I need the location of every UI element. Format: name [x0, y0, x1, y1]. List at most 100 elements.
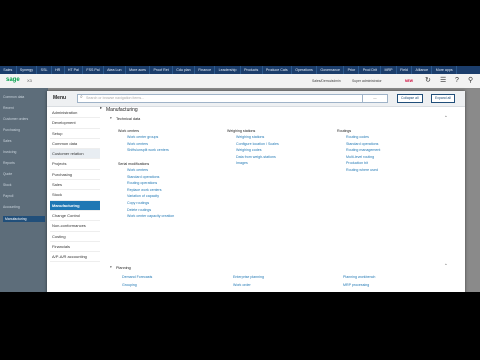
filter-select[interactable]: — — [362, 94, 388, 103]
menu-item[interactable]: Stock — [50, 190, 100, 201]
bookmark-link[interactable]: MRP — [381, 66, 397, 74]
bookmarks-bar: Sales Synergy SSL HR HT Pal FSS Pal Atea Lun Mo… — [0, 66, 480, 74]
bookmark-link[interactable]: Field — [397, 66, 413, 74]
menu-item[interactable]: Sales — [50, 180, 100, 191]
planning-link[interactable]: Demand Forecasts — [122, 275, 152, 279]
menu-link[interactable]: Routing management — [346, 148, 380, 152]
group-title: Work centers — [118, 129, 140, 133]
sidebar-item[interactable]: Recent — [3, 106, 45, 110]
bookmark-link[interactable]: Produce Cats — [263, 66, 292, 74]
menu-item[interactable]: Purchasing — [50, 170, 100, 181]
menu-link[interactable]: Standard operations — [127, 175, 174, 179]
sidebar-item[interactable]: Common data — [3, 95, 45, 99]
menu-link[interactable]: Standard operations — [346, 142, 380, 146]
menu-item[interactable]: Development — [50, 118, 100, 129]
planning-link[interactable]: Work order — [233, 283, 251, 287]
sidebar-item[interactable]: Invoicing — [3, 150, 45, 154]
menu-modal: Menu ⌕ Search or browse navigation items… — [47, 91, 465, 292]
menu-link[interactable]: Configure location / Scales — [236, 142, 279, 146]
menu-link[interactable]: Multi-level routing — [346, 155, 380, 159]
menu-link[interactable]: Work centers — [127, 168, 174, 172]
menu-item[interactable]: A/P-A/R accounting — [50, 252, 100, 263]
bookmark-link[interactable]: HT Pal — [65, 66, 84, 74]
menu-item[interactable]: Financials — [50, 242, 100, 253]
collapse-all-button[interactable]: Collapse all — [397, 94, 423, 103]
collapse-chevron-icon[interactable]: ⌃ — [444, 115, 448, 121]
sidebar-item[interactable]: Customer orders — [3, 117, 45, 121]
sidebar-item[interactable]: Sales — [3, 139, 45, 143]
menu-list: Administration Development Setup Common dat… — [50, 108, 100, 292]
menu-icon[interactable]: ☰ — [440, 76, 446, 86]
planning-link[interactable]: MRP processing — [343, 283, 369, 287]
sidebar-item[interactable]: Manufacturing — [3, 216, 45, 222]
menu-link[interactable]: Images — [236, 161, 279, 165]
sidebar-item[interactable]: Stock — [3, 183, 45, 187]
toggle-icon[interactable]: ▾ — [110, 116, 112, 120]
planning-toggle-icon[interactable]: ▾ — [110, 265, 112, 269]
menu-link[interactable]: Routing where used — [346, 168, 380, 172]
menu-link[interactable]: Copy routings — [127, 201, 174, 205]
planning-link[interactable]: Planning workbench — [343, 275, 375, 279]
menu-link[interactable]: Work center groups — [127, 135, 169, 139]
menu-item[interactable]: Customer relation — [50, 149, 100, 160]
sage-logo: sage — [6, 77, 20, 83]
sidebar-item[interactable]: Accounting — [3, 205, 45, 209]
expand-arrow-icon[interactable]: ▸ — [100, 105, 102, 111]
menu-link[interactable]: Routing operations — [127, 181, 174, 185]
menu-link[interactable]: Weighing codes — [236, 148, 279, 152]
bookmark-link[interactable]: HR — [52, 66, 65, 74]
company-label[interactable]: Sales/Demo/admin — [312, 79, 341, 83]
menu-link[interactable]: Shifts/unsplit work centers — [127, 148, 169, 152]
menu-item[interactable]: Non-conformances — [50, 221, 100, 232]
bookmark-link[interactable]: Leadership — [215, 66, 241, 74]
modal-title: Menu — [53, 95, 67, 101]
menu-link[interactable]: Production bit — [346, 161, 380, 165]
bookmark-link[interactable]: Proof Ret — [150, 66, 173, 74]
sidebar-item[interactable]: Purchasing — [3, 128, 45, 132]
menu-link[interactable]: Data from weigh-stations — [236, 155, 279, 159]
bookmark-link[interactable]: Sales — [0, 66, 17, 74]
menu-link[interactable]: Work center capacity creation — [127, 214, 174, 218]
search-icon[interactable]: ⚲ — [468, 76, 473, 86]
bookmark-link[interactable]: Products — [241, 66, 263, 74]
menu-item[interactable]: Change Control — [50, 211, 100, 222]
menu-link[interactable]: Routing codes — [346, 135, 380, 139]
menu-link[interactable]: Variation of capacity — [127, 194, 174, 198]
sidebar-item[interactable]: Reports — [3, 161, 45, 165]
menu-item[interactable]: Setup — [50, 129, 100, 139]
bookmark-link[interactable]: Governance — [317, 66, 345, 74]
work-centers-group: Work centers Work center groups Work cente… — [118, 129, 169, 155]
bookmark-link[interactable]: Prod Drit — [359, 66, 382, 74]
menu-link[interactable]: Weighing stations — [236, 135, 279, 139]
bookmark-link[interactable]: More aces — [126, 66, 151, 74]
bookmark-link[interactable]: Prior — [344, 66, 360, 74]
help-icon[interactable]: ? — [455, 76, 459, 86]
expand-all-button[interactable]: Expand all — [431, 94, 455, 103]
bookmark-link[interactable]: Cdu plan — [173, 66, 195, 74]
menu-link[interactable]: Replace work centers — [127, 188, 174, 192]
bookmark-link[interactable]: More apps — [432, 66, 457, 74]
bookmark-link[interactable]: FSS Pal — [83, 66, 104, 74]
sidebar-item[interactable]: Payroll — [3, 194, 45, 198]
menu-item[interactable]: Costing — [50, 232, 100, 242]
menu-item[interactable]: Administration — [50, 108, 100, 119]
menu-item[interactable]: Manufacturing — [50, 200, 100, 211]
bookmark-link[interactable]: Alliance — [412, 66, 433, 74]
menu-search-input[interactable]: ⌕ Search or browse navigation items... — — [77, 94, 388, 103]
planning-collapse-icon[interactable]: ⌃ — [444, 263, 448, 269]
menu-link[interactable]: Delete routings — [127, 208, 174, 212]
sidebar-item[interactable]: Quote — [3, 172, 45, 176]
bookmark-link[interactable]: Synergy — [17, 66, 38, 74]
planning-link[interactable]: Grouping — [122, 283, 137, 287]
bookmark-link[interactable]: SSL — [37, 66, 52, 74]
user-label[interactable]: Super administrator — [352, 79, 382, 83]
refresh-icon[interactable]: ↻ — [425, 76, 431, 86]
menu-link[interactable]: Work centers — [127, 142, 169, 146]
bookmark-link[interactable]: Operations — [292, 66, 318, 74]
bookmark-link[interactable]: Atea Lun — [104, 66, 126, 74]
menu-item[interactable]: Projects — [50, 159, 100, 170]
menu-item[interactable]: Common data — [50, 139, 100, 150]
bookmark-link[interactable]: Finance — [195, 66, 216, 74]
group-title: Serial modifications — [118, 162, 150, 166]
planning-link[interactable]: Enterprise planning — [233, 275, 264, 279]
